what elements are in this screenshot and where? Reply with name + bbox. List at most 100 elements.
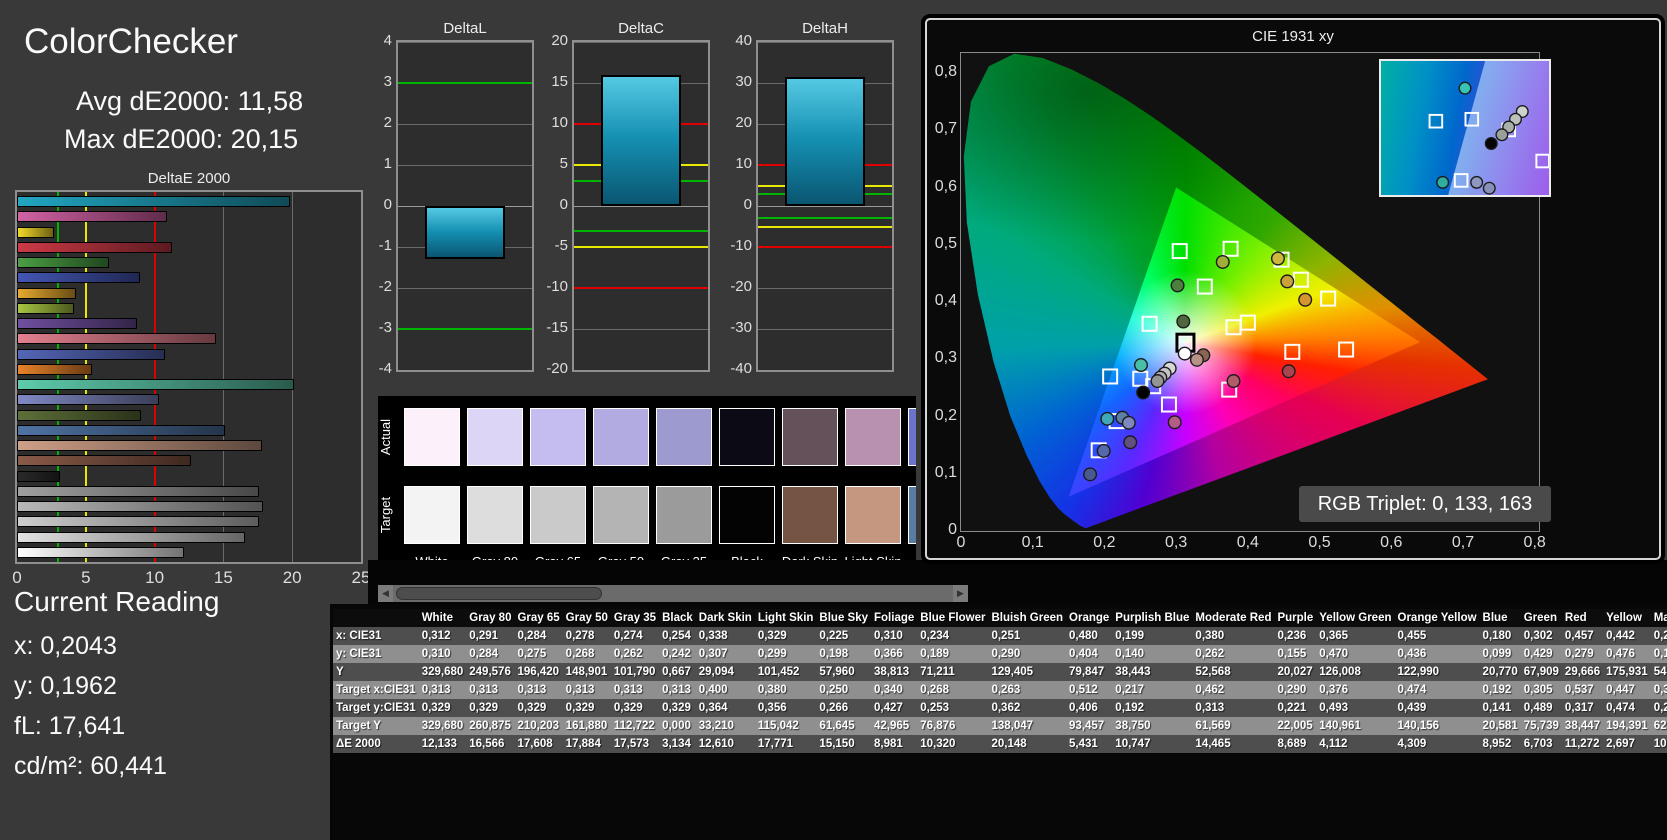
cell-y: 0,470 (1316, 645, 1395, 663)
column-header-moderate-red[interactable]: Moderate Red (1192, 609, 1275, 627)
scroll-right-button[interactable]: ▶ (953, 585, 968, 602)
cell-tY: 161,880 (562, 717, 611, 735)
delta-value-bar (424, 206, 506, 260)
y-tick-label: 20 (735, 114, 752, 131)
actual-swatch-blue-sky[interactable] (908, 408, 916, 466)
column-header-black[interactable]: Black (659, 609, 696, 627)
target-swatch-gray-65[interactable] (530, 486, 586, 544)
inset-measured-point (1495, 128, 1509, 142)
cell-ty: 0,247 (1650, 699, 1667, 717)
column-header-white[interactable]: White (418, 609, 467, 627)
de-bar-orange (17, 363, 92, 375)
cie-y-tick: 0,1 (934, 463, 957, 481)
cell-ty: 0,141 (1479, 699, 1521, 717)
column-header-bluish-green[interactable]: Bluish Green (988, 609, 1067, 627)
column-header-purple[interactable]: Purple (1274, 609, 1317, 627)
cell-y: 0,190 (1650, 645, 1667, 663)
target-point-cyan (1102, 368, 1119, 385)
cell-Y: 196,420 (514, 663, 563, 681)
target-swatch-light-skin[interactable] (845, 486, 901, 544)
cell-Y: 20,770 (1479, 663, 1521, 681)
target-swatch-dark-skin[interactable] (782, 486, 838, 544)
y-tick-label: 10 (551, 114, 568, 131)
cell-x: 0,480 (1066, 627, 1113, 645)
cell-tx: 0,340 (871, 681, 918, 699)
cie-x-tick: 0,3 (1165, 534, 1188, 551)
cell-x: 0,302 (1520, 627, 1562, 645)
cell-Y: 329,680 (418, 663, 467, 681)
cell-ty: 0,329 (659, 699, 696, 717)
actual-swatch-gray-65[interactable] (530, 408, 586, 466)
table-row-ty: Target y:CIE31 0,329 0,329 0,329 0,329 0,329 0… (333, 699, 1667, 717)
gridline (758, 42, 892, 43)
actual-swatch-gray-35[interactable] (656, 408, 712, 466)
red-reference-line (574, 287, 708, 289)
cell-Y: 54,560 (1650, 663, 1667, 681)
measured-point-gray-35 (1150, 374, 1165, 389)
column-header-orange[interactable]: Orange (1066, 609, 1113, 627)
target-swatch-black[interactable] (719, 486, 775, 544)
target-swatch-white[interactable] (404, 486, 460, 544)
column-header-blue-sky[interactable]: Blue Sky (816, 609, 871, 627)
cell-tx: 0,313 (562, 681, 611, 699)
cell-x: 0,380 (1192, 627, 1275, 645)
column-header-green[interactable]: Green (1520, 609, 1562, 627)
cell-Y: 249,576 (466, 663, 515, 681)
cell-tx: 0,474 (1394, 681, 1480, 699)
inset-measured-point (1458, 81, 1472, 95)
swatch-scrollbar[interactable]: ◀ ▶ (378, 585, 968, 602)
column-header-blue[interactable]: Blue (1479, 609, 1521, 627)
column-header-yellow-green[interactable]: Yellow Green (1316, 609, 1395, 627)
column-header-purplish-blue[interactable]: Purplish Blue (1112, 609, 1193, 627)
column-header-gray-35[interactable]: Gray 35 (610, 609, 660, 627)
column-header-gray-80[interactable]: Gray 80 (466, 609, 515, 627)
column-header-gray-65[interactable]: Gray 65 (514, 609, 563, 627)
column-header-magenta[interactable]: Magenta (1650, 609, 1667, 627)
y-tick-label: 1 (383, 155, 392, 172)
target-swatch-blue-sky[interactable] (908, 486, 916, 544)
scroll-left-button[interactable]: ◀ (378, 585, 393, 602)
actual-swatch-black[interactable] (719, 408, 775, 466)
inset-measured-point (1436, 175, 1450, 189)
actual-swatch-light-skin[interactable] (845, 408, 901, 466)
cell-Y: 29,094 (695, 663, 755, 681)
cell-x: 0,338 (695, 627, 755, 645)
measured-point-bluish-green (1133, 358, 1148, 373)
column-header-dark-skin[interactable]: Dark Skin (695, 609, 755, 627)
column-header-foliage[interactable]: Foliage (871, 609, 918, 627)
cell-x: 0,180 (1479, 627, 1521, 645)
table-row-x: x: CIE31 0,312 0,291 0,284 0,278 0,274 0,254 0,… (333, 627, 1667, 645)
cell-tY: 61,569 (1192, 717, 1275, 735)
cell-tY: 22,005 (1274, 717, 1317, 735)
cie-1931-panel: CIE 1931 xy 0,8 0,7 0,6 0,5 0,4 0,3 0,2 0,1 0 0 0,… (925, 18, 1661, 560)
y-tick-label: -2 (378, 278, 392, 295)
target-swatch-gray-50[interactable] (593, 486, 649, 544)
cell-x: 0,312 (418, 627, 467, 645)
column-header-gray-50[interactable]: Gray 50 (562, 609, 611, 627)
target-swatch-row (378, 486, 916, 544)
scrollbar-thumb[interactable] (396, 587, 602, 600)
target-swatch-gray-80[interactable] (467, 486, 523, 544)
y-tick-label: 10 (735, 155, 752, 172)
cell-dE: 17,573 (610, 735, 660, 753)
target-point-green (1171, 243, 1188, 260)
target-swatch-gray-35[interactable] (656, 486, 712, 544)
actual-swatch-gray-80[interactable] (467, 408, 523, 466)
cell-tY: 93,457 (1066, 717, 1113, 735)
cell-ty: 0,427 (871, 699, 918, 717)
column-header-red[interactable]: Red (1561, 609, 1604, 627)
cell-tx: 0,313 (610, 681, 660, 699)
column-header-light-skin[interactable]: Light Skin (754, 609, 817, 627)
actual-swatch-white[interactable] (404, 408, 460, 466)
column-header-orange-yellow[interactable]: Orange Yellow (1394, 609, 1480, 627)
cell-tY: 329,680 (418, 717, 467, 735)
column-header-yellow[interactable]: Yellow (1603, 609, 1651, 627)
de-bar-foliage (17, 409, 141, 421)
cell-dE: 8,981 (871, 735, 918, 753)
actual-swatch-gray-50[interactable] (593, 408, 649, 466)
cell-y: 0,262 (1192, 645, 1275, 663)
gridline (758, 288, 892, 289)
actual-swatch-dark-skin[interactable] (782, 408, 838, 466)
y-tick-label: 0 (383, 196, 392, 213)
column-header-blue-flower[interactable]: Blue Flower (917, 609, 989, 627)
